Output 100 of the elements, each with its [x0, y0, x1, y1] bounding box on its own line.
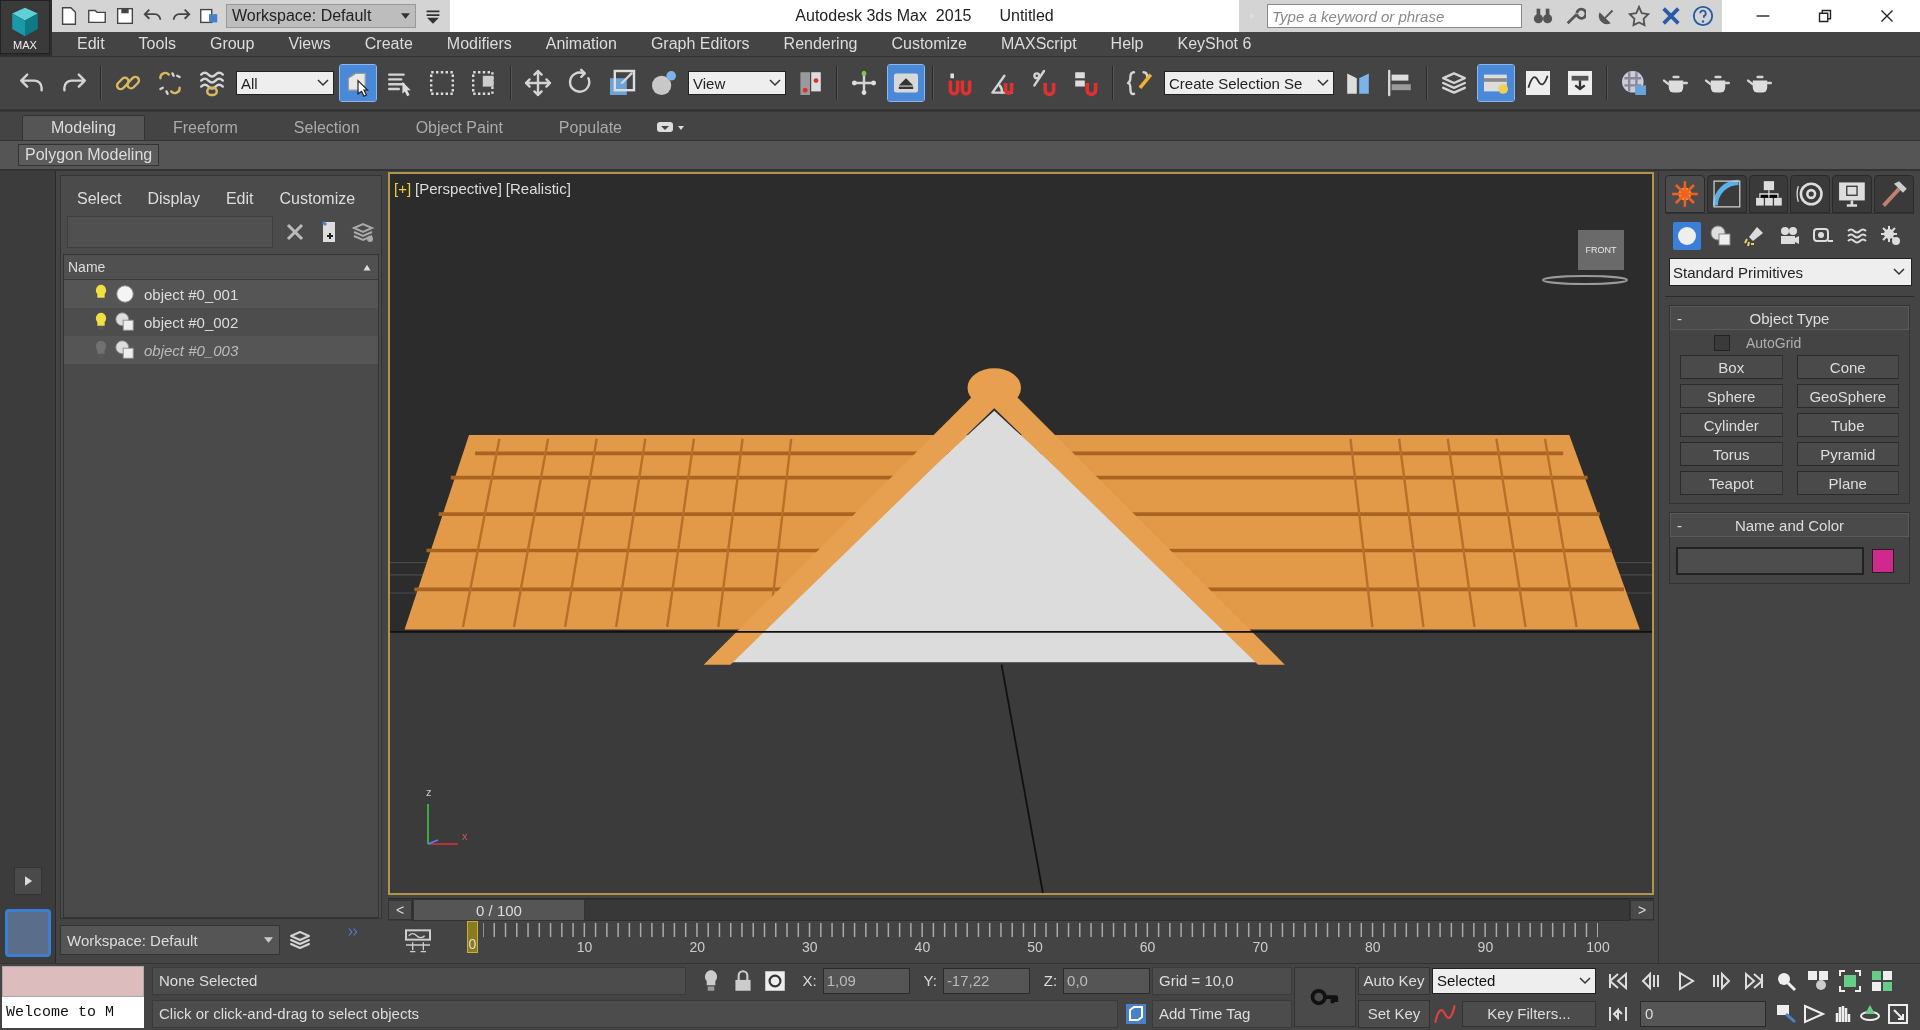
autogrid-checkbox[interactable]: [1714, 335, 1730, 351]
key-filters-button[interactable]: Key Filters...: [1462, 1000, 1596, 1027]
primitive-button[interactable]: Cone: [1796, 355, 1899, 379]
coordinate-field[interactable]: 0,0: [1063, 967, 1150, 994]
primitive-button[interactable]: Torus: [1680, 442, 1783, 466]
viewport[interactable]: [+] [Perspective] [Realistic] FRONT z x: [388, 172, 1654, 895]
frame-ruler[interactable]: [483, 923, 1598, 937]
menu-item[interactable]: Rendering: [766, 35, 875, 53]
frame-number: 50: [1027, 939, 1043, 955]
zoom-all-icon[interactable]: [1806, 968, 1830, 993]
name-field[interactable]: [1676, 547, 1864, 575]
ribbon-tab[interactable]: Object Paint: [387, 116, 531, 140]
toolbar-dropdown[interactable]: All: [236, 71, 334, 95]
rollout-header[interactable]: - Name and Color: [1670, 513, 1909, 537]
menu-item[interactable]: Tools: [121, 35, 193, 53]
menu-item[interactable]: Edit: [60, 35, 122, 53]
primitive-button[interactable]: GeoSphere: [1796, 384, 1899, 408]
zoom-extents-icon[interactable]: [1838, 968, 1862, 993]
ribbon-options-icon[interactable]: [656, 120, 686, 134]
rollout-header[interactable]: - Object Type: [1670, 306, 1909, 330]
layers-icon[interactable]: [351, 220, 375, 244]
caret-icon: [401, 13, 410, 19]
wrench-icon[interactable]: [1564, 5, 1586, 27]
menu-item[interactable]: Help: [1093, 35, 1161, 53]
x-logo-icon[interactable]: [1660, 5, 1682, 27]
explorer-menu-item[interactable]: Customize: [279, 190, 356, 208]
time-tag-icon[interactable]: [1124, 1001, 1148, 1026]
geometry-category-icon[interactable]: [1673, 222, 1701, 250]
workspace-dropdown[interactable]: Workspace: Default: [226, 4, 416, 28]
motion-tab[interactable]: [1790, 175, 1831, 213]
primitive-button[interactable]: Plane: [1796, 471, 1899, 495]
ribbon-panel-label[interactable]: Polygon Modeling: [18, 144, 160, 166]
coordinate-field[interactable]: 1,09: [822, 967, 910, 994]
hierarchy-tab[interactable]: [1748, 175, 1789, 213]
display-tab[interactable]: [1832, 175, 1873, 213]
expand-button[interactable]: [13, 867, 42, 895]
utilities-tab[interactable]: [1874, 175, 1914, 213]
select-object-icon[interactable]: [340, 65, 376, 101]
zoom-extents-all-icon[interactable]: [1870, 968, 1894, 993]
time-slider-thumb[interactable]: 0 / 100: [413, 899, 585, 921]
primitive-button[interactable]: Pyramid: [1796, 442, 1899, 466]
listener-input[interactable]: [2, 966, 144, 997]
toolbar-dropdown[interactable]: View: [688, 71, 786, 95]
coordinate-field[interactable]: -17,22: [942, 967, 1030, 994]
viewport-layout-button[interactable]: [4, 909, 51, 957]
primitive-button[interactable]: Tube: [1796, 413, 1899, 437]
collapse-sign: -: [1676, 516, 1683, 534]
explorer-menu-item[interactable]: Select: [77, 190, 122, 208]
menu-item[interactable]: Group: [192, 35, 272, 53]
menu-item[interactable]: Customize: [874, 35, 984, 53]
modify-tab[interactable]: [1706, 175, 1747, 213]
primitive-button[interactable]: Box: [1680, 355, 1783, 379]
category-dropdown[interactable]: Standard Primitives: [1669, 258, 1912, 286]
viewport-label[interactable]: [+]: [394, 180, 412, 197]
primitive-button[interactable]: Sphere: [1680, 384, 1783, 408]
frame-number: 10: [576, 939, 593, 955]
app-title: Autodesk 3ds Max 2015: [795, 7, 972, 25]
toolbar-dropdown[interactable]: Create Selection Se: [1164, 71, 1334, 95]
primitive-button[interactable]: Cylinder: [1680, 413, 1783, 437]
save-icon[interactable]: [114, 5, 136, 27]
star-icon[interactable]: [1628, 5, 1650, 27]
menu-item[interactable]: Create: [347, 35, 430, 53]
workspace-dropdown[interactable]: Workspace: Default: [60, 925, 280, 955]
next-frame-button[interactable]: >: [1630, 900, 1654, 920]
auto-key-button[interactable]: Auto Key: [1358, 966, 1430, 995]
frame-spinner[interactable]: 0: [1640, 1000, 1766, 1027]
column-header[interactable]: Name: [64, 255, 378, 280]
primitive-button[interactable]: Teapot: [1680, 471, 1783, 495]
ribbon-tab[interactable]: Modeling: [22, 115, 145, 140]
explorer-menu-item[interactable]: Edit: [225, 190, 254, 208]
menu-item[interactable]: Modifiers: [429, 35, 529, 53]
compass-ring-icon[interactable]: [1540, 272, 1630, 288]
rollout-title: Name and Color: [1733, 516, 1846, 534]
color-swatch[interactable]: [1872, 549, 1894, 573]
ribbon-tab[interactable]: Populate: [530, 116, 650, 140]
viewcube[interactable]: FRONT: [1578, 230, 1624, 270]
object-name[interactable]: object #0_002: [138, 313, 239, 331]
add-time-tag[interactable]: Add Time Tag: [1152, 999, 1292, 1028]
app-button[interactable]: MAX: [0, 0, 50, 54]
help-icon[interactable]: [1692, 5, 1714, 27]
time-slider-track[interactable]: 0 / 100: [412, 899, 1630, 921]
create-tab[interactable]: [1665, 175, 1705, 213]
maximize-viewport-icon[interactable]: [1886, 1001, 1910, 1026]
ribbon-tab[interactable]: Freeform: [144, 116, 266, 140]
explorer-menu-item[interactable]: Display: [147, 190, 200, 208]
set-key-button[interactable]: Set Key: [1358, 999, 1430, 1028]
ribbon-tab[interactable]: Selection: [265, 116, 388, 140]
menu-item[interactable]: Views: [271, 35, 348, 53]
menu-item[interactable]: KeyShot 6: [1160, 35, 1269, 53]
collapse-sign: -: [1676, 309, 1683, 327]
menu-item[interactable]: Graph Editors: [633, 35, 767, 53]
key-mode-dropdown[interactable]: Selected: [1432, 967, 1596, 994]
previous-frame-button[interactable]: <: [388, 900, 412, 920]
viewport-label[interactable]: [Perspective]: [415, 180, 502, 197]
chevron-icon: [1317, 79, 1329, 87]
viewport-label[interactable]: [Realistic]: [505, 180, 571, 197]
layers-icon[interactable]: [288, 928, 312, 952]
search-field[interactable]: Type a keyword or phrase: [1267, 4, 1522, 28]
menu-item[interactable]: MAXScript: [984, 35, 1094, 53]
menu-item[interactable]: Animation: [528, 35, 634, 53]
